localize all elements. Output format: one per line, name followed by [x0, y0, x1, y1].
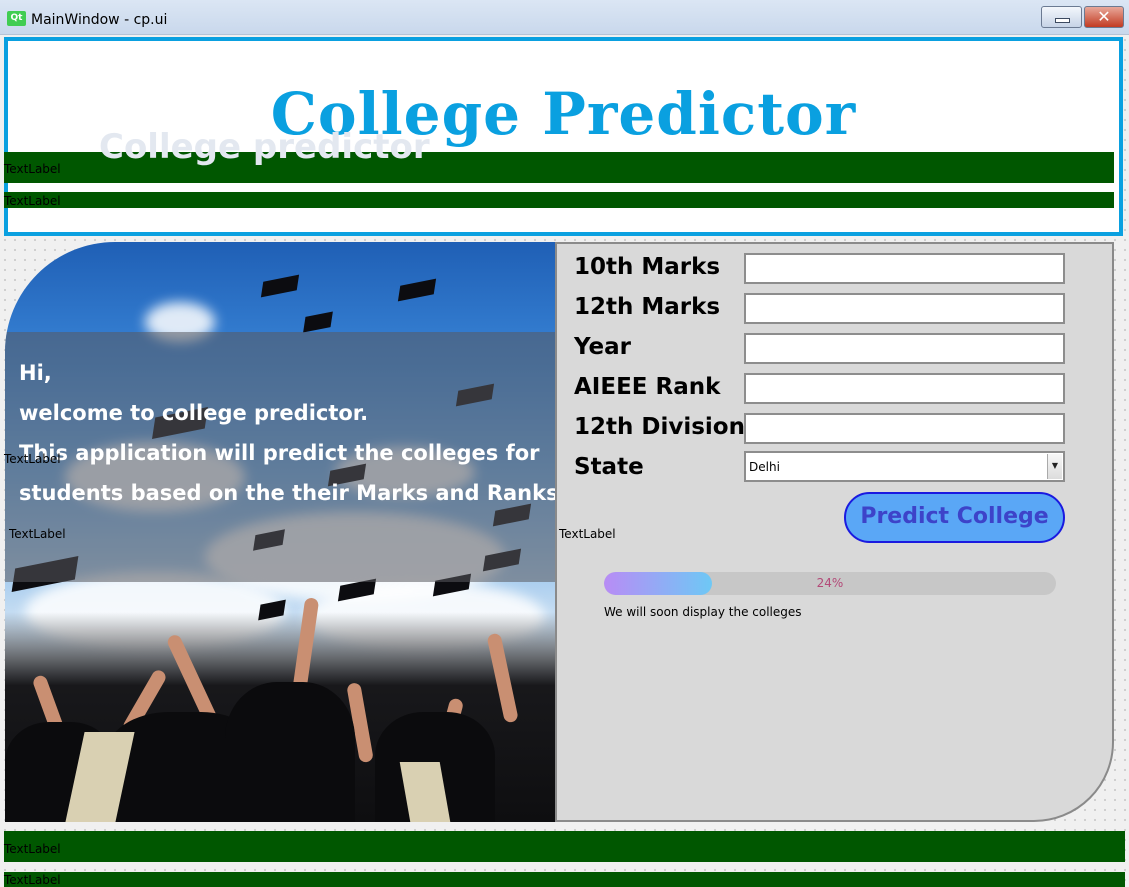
state-label: State	[574, 454, 644, 480]
progress-percent-text: 24%	[816, 576, 844, 590]
aieee-rank-label: AIEEE Rank	[574, 374, 721, 400]
minimize-button[interactable]	[1041, 6, 1082, 28]
header-green-bar-2	[4, 192, 1114, 208]
prediction-form-panel: 10th Marks 12th Marks Year AIEEE Rank 12…	[555, 242, 1114, 822]
window-titlebar: Qt MainWindow - cp.ui ✕	[0, 0, 1129, 35]
chevron-down-icon[interactable]: ▼	[1047, 454, 1062, 479]
twelfth-division-input[interactable]	[744, 413, 1065, 444]
close-button[interactable]: ✕	[1084, 6, 1124, 28]
qt-app-icon: Qt	[7, 11, 26, 26]
graduation-hero-image	[5, 242, 555, 822]
tenth-marks-input[interactable]	[744, 253, 1065, 284]
hero-description-line-2: students based on the their Marks and Ra…	[19, 481, 559, 505]
state-dropdown[interactable]: Delhi ▼	[744, 451, 1065, 482]
window-title: MainWindow - cp.ui	[31, 12, 168, 28]
hero-welcome-line: welcome to college predictor.	[19, 401, 369, 425]
header-text-label-2: TextLabel	[4, 194, 61, 208]
state-selected-value: Delhi	[749, 460, 780, 474]
twelfth-division-label: 12th Division	[574, 414, 745, 440]
hero-description-line-1: This application will predict the colleg…	[19, 441, 540, 465]
tenth-marks-label: 10th Marks	[574, 254, 721, 280]
main-window-client: College Predictor TextLabel TextLabel Co…	[0, 35, 1129, 887]
hero-greeting-line: Hi,	[19, 361, 52, 385]
hero-side-text-label: TextLabel	[4, 452, 61, 466]
prediction-progress-bar: 24%	[604, 572, 1056, 595]
year-label: Year	[574, 334, 632, 360]
hero-bottom-text-label: TextLabel	[9, 527, 66, 541]
header-text-label-1: TextLabel	[4, 162, 61, 176]
progress-status-message: We will soon display the colleges	[604, 605, 802, 619]
year-input[interactable]	[744, 333, 1065, 364]
footer-text-label-1: TextLabel	[4, 842, 61, 856]
aieee-rank-input[interactable]	[744, 373, 1065, 404]
twelfth-marks-input[interactable]	[744, 293, 1065, 324]
form-side-text-label: TextLabel	[559, 527, 616, 541]
footer-green-bar-1	[4, 831, 1125, 862]
footer-green-bar-2	[4, 872, 1125, 887]
predict-college-button[interactable]: Predict College	[844, 492, 1065, 543]
footer-text-label-2: TextLabel	[4, 873, 61, 887]
hero-overlay-title: College predictor	[99, 127, 430, 167]
twelfth-marks-label: 12th Marks	[574, 294, 721, 320]
